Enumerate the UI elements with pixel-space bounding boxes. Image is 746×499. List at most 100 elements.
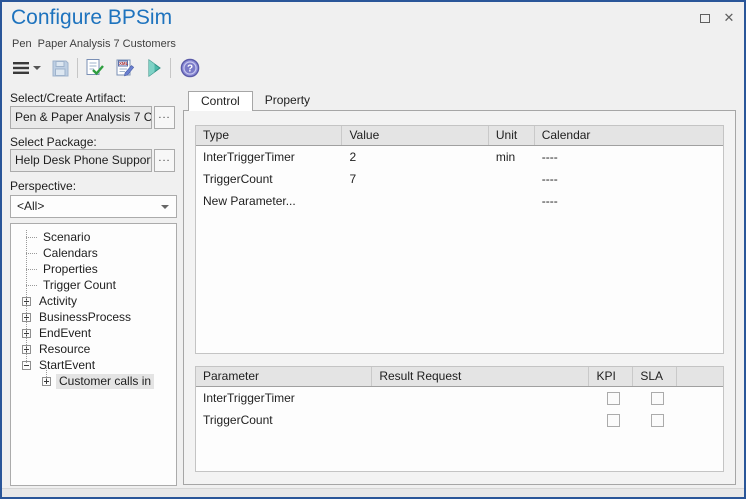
table-row[interactable]: InterTriggerTimer xyxy=(196,387,723,409)
chevron-down-icon xyxy=(33,66,41,70)
footer-strip xyxy=(2,488,744,497)
package-browse-button[interactable]: ... xyxy=(154,149,175,172)
tree-item-calendars[interactable]: Calendars xyxy=(11,245,176,261)
cell-calendar[interactable]: ---- xyxy=(535,194,723,208)
table-row[interactable]: New Parameter... ---- xyxy=(196,190,723,212)
cell-sla xyxy=(635,392,679,405)
tree-connector xyxy=(26,285,38,286)
edit-xml-icon: XML xyxy=(115,58,136,78)
tree-item-label: Customer calls in xyxy=(56,374,154,389)
perspective-label: Perspective: xyxy=(10,179,76,193)
maximize-button[interactable] xyxy=(696,10,714,26)
tree-guide-line xyxy=(46,368,47,380)
tab-bar: ControlProperty xyxy=(188,91,322,111)
tree-item-resource[interactable]: Resource xyxy=(11,341,176,357)
cell-parameter[interactable]: TriggerCount xyxy=(196,413,373,427)
edit-xml-button[interactable]: XML xyxy=(113,56,138,80)
toolbar-separator xyxy=(170,58,171,78)
bpsim-tree: ScenarioCalendarsPropertiesTrigger Count… xyxy=(10,223,177,486)
table-row[interactable]: TriggerCount xyxy=(196,409,723,431)
run-simulation-icon xyxy=(145,58,163,78)
svg-text:XML: XML xyxy=(119,61,129,66)
hamburger-menu-icon xyxy=(12,61,30,75)
sla-checkbox[interactable] xyxy=(651,414,664,427)
cell-value[interactable]: 2 xyxy=(342,150,488,164)
cell-parameter[interactable]: InterTriggerTimer xyxy=(196,391,373,405)
validate-configuration-icon xyxy=(85,58,105,78)
tab-control[interactable]: Control xyxy=(188,91,253,111)
kpi-checkbox[interactable] xyxy=(607,392,620,405)
cell-type[interactable]: TriggerCount xyxy=(196,172,342,186)
column-header[interactable]: KPI xyxy=(589,367,633,386)
perspective-value: <All> xyxy=(17,199,44,213)
column-header[interactable]: SLA xyxy=(633,367,677,386)
column-header[interactable] xyxy=(677,367,723,386)
table-row[interactable]: TriggerCount7 ---- xyxy=(196,168,723,190)
tree-item-customer-calls-in[interactable]: Customer calls in xyxy=(11,373,176,389)
artifact-browse-button[interactable]: ... xyxy=(154,106,175,129)
configure-bpsim-dialog: Configure BPSim Pen Paper Analysis 7 Cus… xyxy=(0,0,746,499)
tree-connector xyxy=(26,237,38,238)
perspective-dropdown[interactable]: <All> xyxy=(10,195,177,218)
toolbar: XML ? xyxy=(10,55,202,81)
tree-item-label: Resource xyxy=(36,342,93,357)
tree-item-activity[interactable]: Activity xyxy=(11,293,176,309)
column-header[interactable]: Value xyxy=(342,126,488,145)
column-header[interactable]: Result Request xyxy=(372,367,589,386)
table-row[interactable]: InterTriggerTimer2min---- xyxy=(196,146,723,168)
tree-connector xyxy=(26,269,38,270)
save-button[interactable] xyxy=(49,56,72,80)
tree-connector xyxy=(26,253,38,254)
toolbar-separator xyxy=(77,58,78,78)
page-title: Configure BPSim xyxy=(11,6,172,30)
tree-item-label: Activity xyxy=(36,294,80,309)
cell-unit[interactable]: min xyxy=(489,150,535,164)
cell-kpi xyxy=(591,392,635,405)
tree-item-label: Calendars xyxy=(40,246,101,261)
tree-item-businessprocess[interactable]: BusinessProcess xyxy=(11,309,176,325)
tree-item-startevent[interactable]: StartEvent xyxy=(11,357,176,373)
cell-calendar[interactable]: ---- xyxy=(535,172,723,186)
column-header[interactable]: Type xyxy=(196,126,342,145)
help-icon: ? xyxy=(180,58,200,78)
cell-type[interactable]: New Parameter... xyxy=(196,194,342,208)
package-field[interactable]: Help Desk Phone Support Si xyxy=(10,149,152,172)
tree-item-label: Trigger Count xyxy=(40,278,119,293)
column-header[interactable]: Parameter xyxy=(196,367,372,386)
package-label: Select Package: xyxy=(10,135,97,149)
cell-sla xyxy=(635,414,679,427)
kpi-checkbox[interactable] xyxy=(607,414,620,427)
tree-item-label: EndEvent xyxy=(36,326,94,341)
cell-calendar[interactable]: ---- xyxy=(535,150,723,164)
scenario-subtitle: Pen Paper Analysis 7 Customers xyxy=(12,38,176,50)
tree-item-properties[interactable]: Properties xyxy=(11,261,176,277)
column-header[interactable]: Unit xyxy=(489,126,535,145)
tree-item-label: BusinessProcess xyxy=(36,310,134,325)
tree-item-endevent[interactable]: EndEvent xyxy=(11,325,176,341)
artifact-label: Select/Create Artifact: xyxy=(10,91,126,105)
svg-text:?: ? xyxy=(187,64,193,75)
maximize-icon xyxy=(700,14,710,23)
save-icon xyxy=(51,59,70,78)
tree-item-scenario[interactable]: Scenario xyxy=(11,229,176,245)
tree-guide-line xyxy=(26,230,27,364)
validate-button[interactable] xyxy=(83,56,107,80)
artifact-field[interactable]: Pen & Paper Analysis 7 Cust xyxy=(10,106,152,129)
column-header[interactable]: Calendar xyxy=(535,126,723,145)
hamburger-menu-button[interactable] xyxy=(10,56,43,80)
close-button[interactable]: ✕ xyxy=(720,10,738,26)
sla-checkbox[interactable] xyxy=(651,392,664,405)
tab-property[interactable]: Property xyxy=(253,91,322,110)
tree-item-label: Scenario xyxy=(40,230,93,245)
cell-type[interactable]: InterTriggerTimer xyxy=(196,150,342,164)
result-request-table: ParameterResult RequestKPISLA InterTrigge… xyxy=(195,366,724,472)
tree-item-label: Properties xyxy=(40,262,101,277)
cell-value[interactable]: 7 xyxy=(342,172,488,186)
cell-kpi xyxy=(591,414,635,427)
control-table: TypeValueUnitCalendarInterTriggerTimer2m… xyxy=(195,125,724,354)
chevron-down-icon xyxy=(161,205,169,209)
tree-item-trigger-count[interactable]: Trigger Count xyxy=(11,277,176,293)
help-button[interactable]: ? xyxy=(178,56,202,80)
table-header: TypeValueUnitCalendar xyxy=(196,126,723,146)
run-simulation-button[interactable] xyxy=(143,56,165,80)
